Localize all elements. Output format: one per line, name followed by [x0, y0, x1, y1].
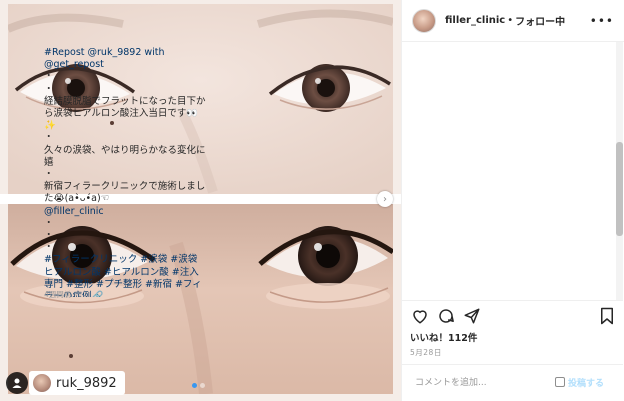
caption-scrollbar-thumb[interactable]: [616, 142, 623, 236]
share-icon[interactable]: [463, 307, 481, 329]
post-caption: #Repost @ruk_9892 with @get_repost ・ ・ 経…: [44, 47, 206, 297]
user-tag-icon[interactable]: [6, 372, 28, 394]
post-age: 4週間前: [44, 290, 72, 299]
post-toggle[interactable]: [555, 377, 565, 387]
like-count[interactable]: いいね！112件: [410, 330, 477, 344]
caption-mention[interactable]: @filler_clinic: [44, 206, 206, 218]
caption-line: ・: [44, 132, 54, 144]
caption-line: ・: [44, 169, 54, 181]
user-tag-label: ruk_9892: [56, 375, 117, 391]
caption-line: 久々の涙袋、やはり明らかなる変化に嬉: [44, 144, 206, 168]
carousel-indicator: [192, 383, 205, 388]
user-tag[interactable]: ruk_9892: [29, 371, 125, 395]
post-comment-button[interactable]: 投稿する: [568, 376, 604, 389]
more-icon[interactable]: •••: [590, 14, 614, 28]
next-image-button[interactable]: ›: [377, 191, 393, 207]
bookmark-icon[interactable]: [599, 307, 615, 329]
carousel-dot: [192, 383, 197, 388]
comment-icon[interactable]: [437, 307, 455, 329]
post-date: 5月28日: [410, 348, 442, 357]
caption-line: 経結膜脱脂でフラットになった目下から涙袋ヒアルロン酸注入当日です👀✨: [44, 95, 206, 132]
carousel-dot: [200, 383, 205, 388]
comment-bar: 投稿する: [401, 364, 623, 401]
heart-icon[interactable]: [411, 307, 429, 329]
username-link[interactable]: filler_clinic: [445, 15, 505, 26]
avatar: [33, 374, 51, 392]
caption-line[interactable]: #Repost @ruk_9892 with @get_repost: [44, 47, 206, 71]
header-separator: •: [507, 15, 514, 26]
chevron-right-icon: ›: [383, 193, 387, 205]
comment-input[interactable]: [415, 374, 555, 392]
caption-line: 新宿フィラークリニックで施術しました😭(a•̀ᴗ•́a)☜: [44, 181, 206, 205]
follow-button[interactable]: フォロー中: [515, 13, 565, 28]
caption-line: ・ ・: [44, 71, 54, 95]
post-header: filler_clinic • フォロー中 •••: [402, 0, 624, 42]
avatar[interactable]: [412, 8, 436, 33]
caption-line: ・ ・ ・: [44, 217, 54, 254]
